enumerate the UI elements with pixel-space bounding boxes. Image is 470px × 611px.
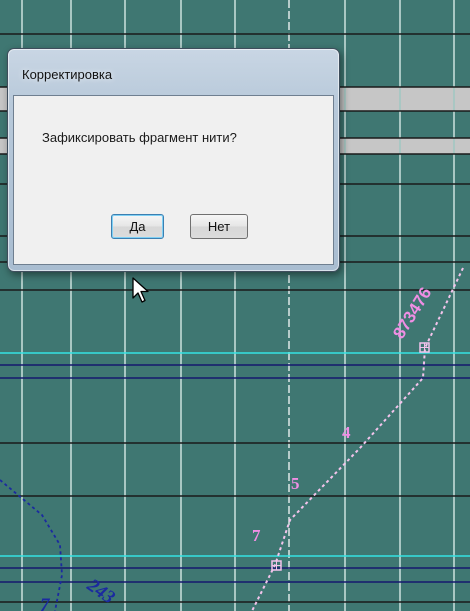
- dialog-body: Зафиксировать фрагмент нити? Да Нет: [13, 95, 334, 265]
- no-button[interactable]: Нет: [190, 214, 248, 239]
- dialog-message: Зафиксировать фрагмент нити?: [42, 130, 237, 145]
- correction-dialog: Корректировка Зафиксировать фрагмент нит…: [7, 48, 340, 272]
- dialog-title: Корректировка: [22, 67, 113, 82]
- node-label-blue-7: 7: [40, 595, 51, 611]
- node-label-5: 5: [291, 474, 300, 493]
- node-label-4: 4: [342, 423, 351, 442]
- yes-button[interactable]: Да: [111, 214, 164, 239]
- node-label-7: 7: [252, 526, 261, 545]
- mouse-pointer-icon: [132, 277, 149, 303]
